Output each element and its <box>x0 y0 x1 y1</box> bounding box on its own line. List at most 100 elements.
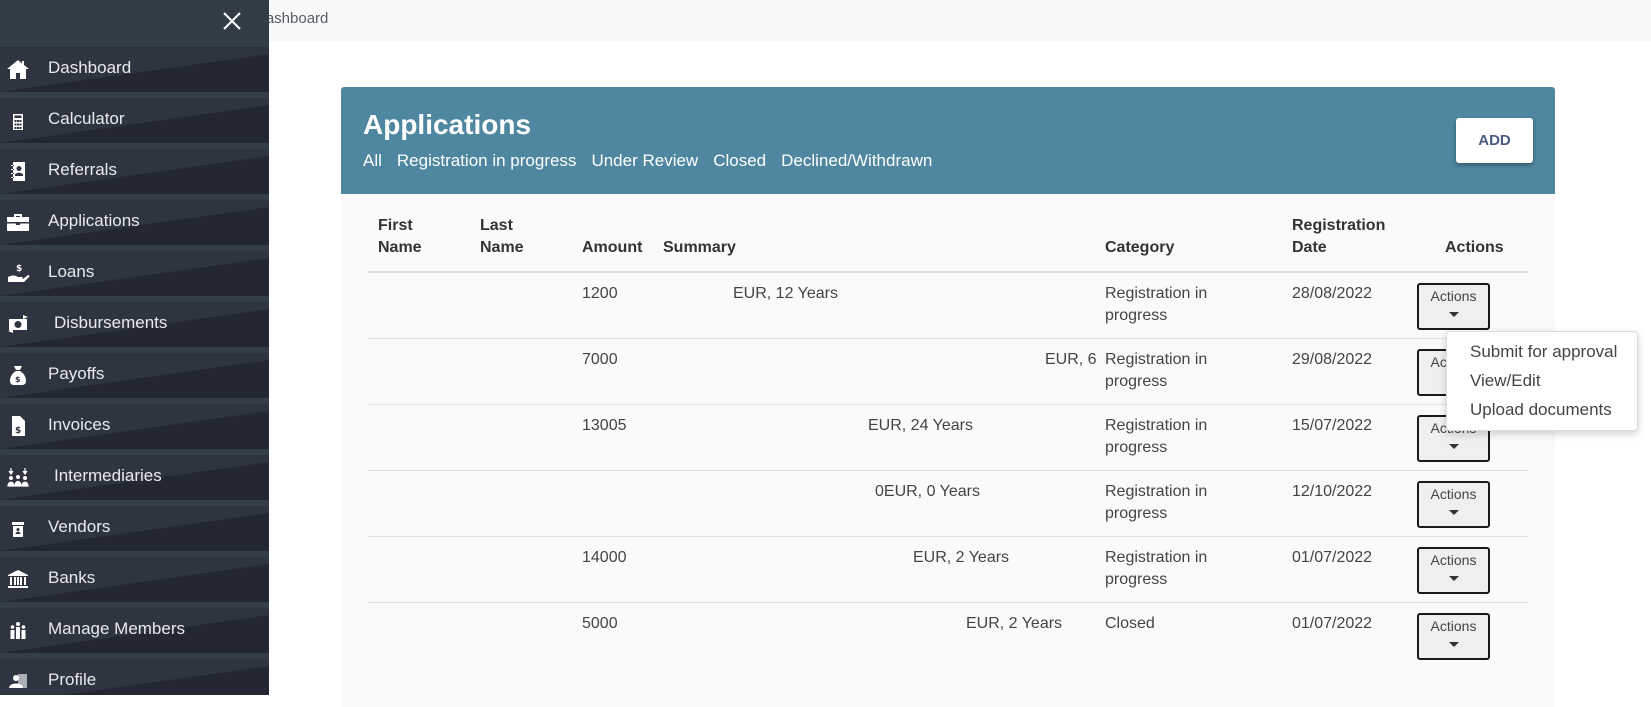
sidebar-item-label: Vendors <box>48 517 111 536</box>
cell-summary: 0EUR, 0 Years <box>875 483 980 500</box>
filter-declined-withdrawn[interactable]: Declined/Withdrawn <box>781 151 932 171</box>
cell-date: 29/08/2022 <box>1292 351 1373 368</box>
sidebar: Dashboard Calculator Referrals Applicati… <box>0 0 269 695</box>
sidebar-item-label: Banks <box>48 568 96 587</box>
cell-amount: 14000 <box>582 549 627 566</box>
menu-item-submit-for-approval[interactable]: Submit for approval <box>1447 341 1637 370</box>
sidebar-item-label: Dashboard <box>48 58 132 77</box>
cell-date: 15/07/2022 <box>1292 417 1373 434</box>
sidebar-item-label: Invoices <box>48 415 111 434</box>
sidebar-item-label: Intermediaries <box>54 466 162 485</box>
breadcrumb-current[interactable]: Dashboard <box>269 10 328 27</box>
cell-category: Registration in progress <box>1105 351 1208 390</box>
sidebar-item-applications[interactable]: Applications <box>0 194 269 245</box>
caret-down-icon <box>1448 642 1459 647</box>
sidebar-item-vendors[interactable]: Vendors <box>0 500 269 551</box>
actions-dropdown-menu: Submit for approval View/Edit Upload doc… <box>1446 331 1638 431</box>
invoice-icon: $ <box>5 414 31 438</box>
sidebar-item-label: Calculator <box>48 109 125 128</box>
close-icon <box>223 12 241 30</box>
sidebar-item-intermediaries[interactable]: Intermediaries <box>0 449 269 500</box>
cell-summary: EUR, 2 Years <box>966 615 1063 632</box>
svg-text:$: $ <box>15 426 21 436</box>
status-filter-tabs: All Registration in progress Under Revie… <box>363 151 932 171</box>
home-icon <box>5 57 31 81</box>
cell-amount: 7000 <box>582 351 618 368</box>
cell-category: Registration in progress <box>1105 285 1208 324</box>
breadcrumb: Dashboard <box>269 0 469 41</box>
actions-dropdown-button[interactable]: Actions <box>1417 283 1490 330</box>
table-row: 0EUR, 0 Years Registration in progress 1… <box>368 471 1528 537</box>
header-last-name: Last Name <box>480 217 524 256</box>
sidebar-item-banks[interactable]: Banks <box>0 551 269 602</box>
briefcase-icon <box>5 210 31 234</box>
menu-item-upload-documents[interactable]: Upload documents <box>1447 399 1637 428</box>
header-first-name: First Name <box>378 217 422 256</box>
filter-all[interactable]: All <box>363 151 382 171</box>
cell-date: 28/08/2022 <box>1292 285 1373 302</box>
sidebar-header <box>0 0 269 41</box>
filter-closed[interactable]: Closed <box>713 151 766 171</box>
close-sidebar-button[interactable] <box>220 9 244 33</box>
sidebar-item-label: Referrals <box>48 160 117 179</box>
store-icon <box>5 516 31 540</box>
header-amount: Amount <box>582 239 643 256</box>
cell-summary: EUR, 6 <box>1045 351 1097 368</box>
sidebar-item-payoffs[interactable]: $ Payoffs <box>0 347 269 398</box>
table-row: 1200 EUR, 12 Years Registration in progr… <box>368 273 1528 339</box>
money-bag-icon: $ <box>5 363 31 387</box>
sidebar-item-referrals[interactable]: Referrals <box>0 143 269 194</box>
cell-date: 01/07/2022 <box>1292 615 1373 632</box>
calculator-icon <box>5 108 31 132</box>
actions-dropdown-button[interactable]: Actions <box>1417 481 1490 528</box>
sidebar-item-dashboard[interactable]: Dashboard <box>0 41 269 92</box>
cell-category: Registration in progress <box>1105 417 1208 456</box>
cell-amount: 5000 <box>582 615 618 632</box>
header-registration-date: Registration Date <box>1292 217 1386 256</box>
sidebar-item-label: Profile <box>48 670 97 689</box>
sidebar-item-label: Payoffs <box>48 364 105 383</box>
profile-card-icon <box>5 669 31 693</box>
page-title: Applications <box>363 109 532 140</box>
sidebar-item-calculator[interactable]: Calculator <box>0 92 269 143</box>
table-row: 5000 EUR, 2 Years Closed 01/07/2022 Acti… <box>368 603 1528 669</box>
cell-summary: EUR, 2 Years <box>913 549 1010 566</box>
sidebar-item-label: Manage Members <box>48 619 186 638</box>
header-category: Category <box>1105 239 1175 256</box>
filter-under-review[interactable]: Under Review <box>591 151 698 171</box>
add-button[interactable]: ADD <box>1456 118 1533 163</box>
cell-category: Registration in progress <box>1105 549 1208 588</box>
cell-summary: EUR, 24 Years <box>868 417 973 434</box>
caret-down-icon <box>1448 312 1459 317</box>
sidebar-item-loans[interactable]: $ Loans <box>0 245 269 296</box>
table-row: 13005 EUR, 24 Years Registration in prog… <box>368 405 1528 471</box>
cell-amount: 13005 <box>582 417 627 434</box>
caret-down-icon <box>1448 510 1459 515</box>
hand-dollar-icon: $ <box>5 261 31 285</box>
group-icon <box>5 618 31 642</box>
card-header: Applications All Registration in progres… <box>341 87 1555 194</box>
sidebar-item-manage-members[interactable]: Manage Members <box>0 602 269 653</box>
bank-icon <box>5 567 31 591</box>
sidebar-item-label: Loans <box>48 262 95 281</box>
menu-item-view-edit[interactable]: View/Edit <box>1447 370 1637 399</box>
svg-text:$: $ <box>16 264 22 274</box>
sidebar-item-profile[interactable]: Profile <box>0 653 269 695</box>
sidebar-item-disbursements[interactable]: Disbursements <box>0 296 269 347</box>
header-summary: Summary <box>663 239 736 256</box>
sidebar-item-invoices[interactable]: $ Invoices <box>0 398 269 449</box>
caret-down-icon <box>1448 444 1459 449</box>
sidebar-item-label: Disbursements <box>54 313 168 332</box>
svg-text:$: $ <box>15 375 21 384</box>
applications-card: Applications All Registration in progres… <box>341 87 1555 707</box>
cell-summary: EUR, 12 Years <box>733 285 838 302</box>
sidebar-item-label: Applications <box>48 211 140 230</box>
table-row: 7000 EUR, 6 Registration in progress 29/… <box>368 339 1528 405</box>
address-book-icon <box>5 159 31 183</box>
cell-category: Closed <box>1105 615 1155 632</box>
actions-dropdown-button[interactable]: Actions <box>1417 613 1490 660</box>
actions-dropdown-button[interactable]: Actions <box>1417 547 1490 594</box>
people-arrows-icon <box>5 465 31 489</box>
cell-category: Registration in progress <box>1105 483 1208 522</box>
filter-registration-in-progress[interactable]: Registration in progress <box>397 151 577 171</box>
